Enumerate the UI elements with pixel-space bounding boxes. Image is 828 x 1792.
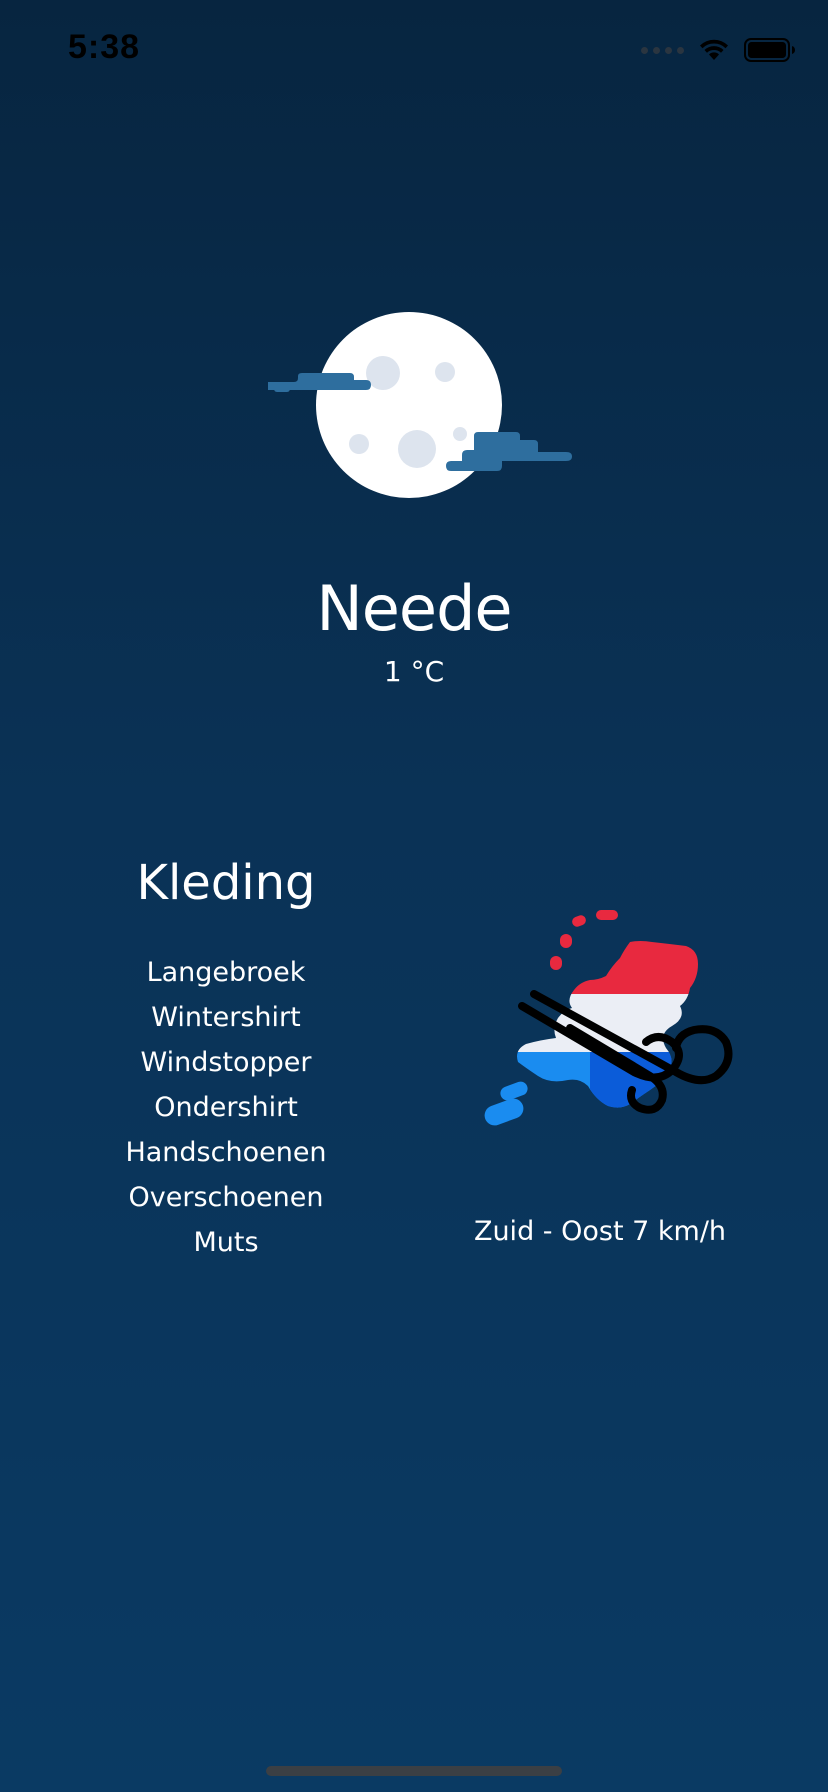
list-item: Ondershirt — [154, 1092, 298, 1123]
city-name: Neede — [316, 572, 512, 645]
clothing-list: Langebroek Wintershirt Windstopper Onder… — [106, 950, 346, 1265]
wind-label: Zuid - Oost 7 km/h — [473, 1216, 727, 1247]
signal-dots-icon — [641, 46, 684, 54]
status-bar: 5:38 — [0, 0, 828, 100]
clothing-title: Kleding — [136, 855, 316, 911]
status-time: 5:38 — [68, 28, 141, 66]
temperature-value: 1 °C — [383, 655, 445, 688]
list-item: Handschoenen — [125, 1137, 327, 1168]
list-item: Muts — [193, 1227, 259, 1258]
status-icons — [641, 36, 796, 64]
wind-netherlands-icon — [484, 910, 733, 1126]
home-indicator[interactable] — [266, 1766, 562, 1776]
list-item: Langebroek — [146, 957, 306, 988]
battery-icon — [744, 38, 795, 62]
wifi-icon — [700, 39, 728, 60]
list-item: Wintershirt — [151, 1002, 301, 1033]
moon-with-clouds-icon — [268, 312, 572, 498]
clothing-section: Kleding Langebroek Wintershirt Windstopp… — [106, 850, 346, 1265]
list-item: Overschoenen — [128, 1182, 324, 1213]
list-item: Windstopper — [140, 1047, 312, 1078]
